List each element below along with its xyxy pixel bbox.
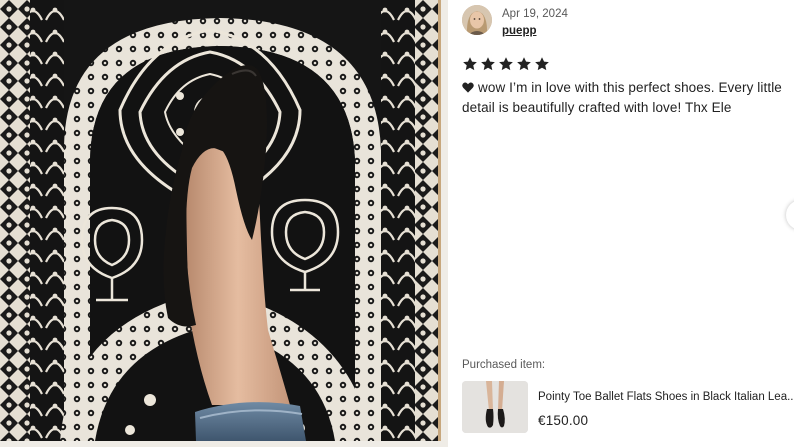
star-rating	[462, 56, 550, 72]
star-icon	[517, 57, 531, 71]
star-icon	[463, 57, 477, 71]
reviewer-header: Apr 19, 2024 puepp	[462, 5, 568, 39]
purchased-item-label: Purchased item:	[462, 359, 546, 371]
purchased-item-title[interactable]: Pointy Toe Ballet Flats Shoes in Black I…	[538, 390, 794, 404]
review-photo[interactable]	[0, 0, 448, 447]
review-text: wow I’m in love with this perfect shoes.…	[462, 78, 792, 118]
review-text-body: wow I’m in love with this perfect shoes.…	[462, 80, 782, 115]
next-photo-button[interactable]	[786, 200, 794, 230]
reviewer-name-link[interactable]: puepp	[502, 24, 537, 38]
review-date: Apr 19, 2024	[502, 8, 568, 20]
star-icon	[481, 57, 495, 71]
star-icon	[499, 57, 513, 71]
avatar-image	[462, 5, 492, 35]
purchased-item-info: Pointy Toe Ballet Flats Shoes in Black I…	[538, 390, 794, 428]
purchased-item-card[interactable]: Pointy Toe Ballet Flats Shoes in Black I…	[462, 381, 794, 433]
black-heart-icon	[462, 82, 474, 93]
reviewer-meta: Apr 19, 2024 puepp	[502, 7, 568, 39]
purchased-item-thumbnail[interactable]	[462, 381, 528, 433]
thumbnail-image	[462, 381, 528, 433]
star-icon	[535, 57, 549, 71]
reviewer-avatar[interactable]	[462, 5, 492, 35]
review-details: Apr 19, 2024 puepp wow I’m in love with …	[448, 0, 794, 447]
purchased-item-price: €150.00	[538, 413, 589, 428]
review-photo-image	[0, 0, 441, 441]
review-photo-frame	[0, 0, 441, 441]
